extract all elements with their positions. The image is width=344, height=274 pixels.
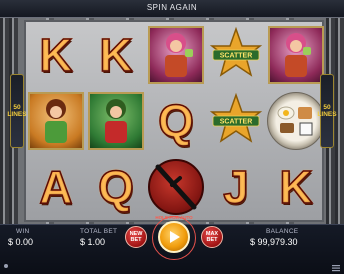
win-value: $ 0.00 bbox=[8, 237, 34, 247]
scatter-label: SCATTER bbox=[220, 53, 253, 60]
win-label: WIN bbox=[16, 228, 30, 235]
sheriff-star-icon: SCATTER bbox=[209, 92, 263, 143]
reel-cell-1-3: A bbox=[26, 156, 86, 218]
balance-label: BALANCE bbox=[266, 228, 299, 235]
lines-indicator-right: 50 LINES bbox=[317, 74, 337, 148]
new-bet-label: NEW BET bbox=[129, 231, 143, 243]
reel-cell-5-1 bbox=[266, 24, 326, 86]
page-dot-icon bbox=[4, 264, 8, 268]
baton-icon bbox=[155, 164, 197, 210]
lines-count-right: 50 bbox=[323, 103, 331, 111]
max-bet-label: MAX BET bbox=[205, 231, 219, 243]
reel-cell-2-2 bbox=[86, 90, 146, 152]
symbol-letter: A bbox=[39, 160, 74, 214]
play-icon bbox=[170, 231, 180, 243]
new-bet-button[interactable]: NEW BET bbox=[125, 226, 147, 248]
total-bet-label: TOTAL BET bbox=[80, 228, 118, 235]
symbol-letter: K bbox=[279, 160, 314, 214]
balance-value: $ 99,979.30 bbox=[250, 237, 298, 247]
food-tray-icon bbox=[277, 106, 313, 136]
reel-cell-5-2 bbox=[266, 90, 326, 152]
lines-word-right: LINES bbox=[317, 111, 337, 118]
spin-button[interactable] bbox=[158, 221, 190, 253]
symbol-prisoner-green bbox=[88, 92, 144, 150]
reel-cell-2-1: K bbox=[86, 24, 146, 86]
reel-cell-4-1: SCATTER bbox=[206, 24, 266, 86]
reel-cell-3-1 bbox=[146, 24, 206, 86]
reel-cell-5-3: K bbox=[266, 156, 326, 218]
prisoner-woman-icon bbox=[45, 99, 67, 143]
lines-indicator-left: 50 LINES bbox=[7, 74, 27, 148]
reel-cell-1-2 bbox=[26, 90, 86, 152]
symbol-prisoner-pink bbox=[148, 26, 204, 84]
prisoner-woman-icon bbox=[105, 99, 127, 143]
lines-count-left: 50 bbox=[13, 103, 21, 111]
symbol-letter: K bbox=[39, 28, 74, 82]
hold-for-auto-text: HOLD FOR AUTO bbox=[155, 215, 193, 220]
symbol-letter: Q bbox=[97, 160, 134, 214]
lines-word-left: LINES bbox=[7, 111, 27, 118]
reel-cell-2-3: Q bbox=[86, 156, 146, 218]
reel-cell-1-1: K bbox=[26, 24, 86, 86]
reel-cell-3-3 bbox=[146, 156, 206, 218]
max-bet-button[interactable]: MAX BET bbox=[201, 226, 223, 248]
slot-machine-screen: SPIN AGAIN K K SCATTER Q SCATTER A Q J K… bbox=[0, 0, 344, 274]
prisoner-woman-icon bbox=[285, 33, 311, 77]
scatter-label: SCATTER bbox=[220, 119, 253, 126]
symbol-letter: Q bbox=[157, 94, 194, 148]
reel-frame: K K SCATTER Q SCATTER A Q J K bbox=[24, 20, 326, 222]
top-banner: SPIN AGAIN bbox=[0, 0, 344, 18]
symbol-prisoner-pink bbox=[268, 26, 324, 84]
reel-cell-4-3: J bbox=[206, 156, 266, 218]
symbol-letter: K bbox=[99, 28, 134, 82]
prisoner-woman-icon bbox=[165, 33, 193, 77]
symbol-food-tray bbox=[267, 92, 325, 150]
total-bet-value: $ 1.00 bbox=[80, 237, 106, 247]
symbol-letter: J bbox=[222, 160, 249, 214]
reel-cell-4-2: SCATTER bbox=[206, 90, 266, 152]
symbol-prisoner-orange bbox=[28, 92, 84, 150]
menu-icon[interactable] bbox=[332, 264, 340, 272]
reel-cell-3-2: Q bbox=[146, 90, 206, 152]
sheriff-star-icon: SCATTER bbox=[209, 26, 263, 77]
banner-title: SPIN AGAIN bbox=[146, 3, 198, 12]
symbol-baton bbox=[148, 159, 204, 215]
